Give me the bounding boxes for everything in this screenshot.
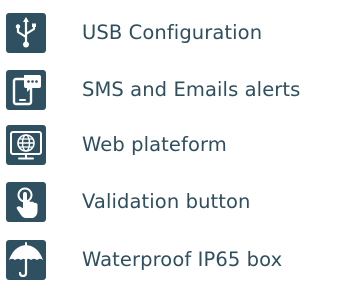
feature-item-usb-configuration: USB Configuration bbox=[0, 13, 345, 63]
feature-list: USB Configuration SMS and Emails alerts bbox=[0, 0, 345, 286]
feature-label: Validation button bbox=[82, 190, 251, 213]
feature-label: SMS and Emails alerts bbox=[82, 78, 301, 101]
feature-item-waterproof-box: Waterproof IP65 box bbox=[0, 240, 345, 290]
feature-item-web-platform: Web plateform bbox=[0, 125, 345, 175]
phone-message-icon bbox=[6, 70, 46, 110]
touch-button-icon bbox=[6, 182, 46, 222]
feature-label: USB Configuration bbox=[82, 21, 263, 44]
feature-label: Waterproof IP65 box bbox=[82, 248, 283, 271]
web-globe-icon bbox=[6, 125, 46, 165]
umbrella-icon bbox=[6, 240, 46, 280]
feature-label: Web plateform bbox=[82, 133, 227, 156]
usb-icon bbox=[6, 13, 46, 53]
feature-item-sms-email-alerts: SMS and Emails alerts bbox=[0, 70, 345, 120]
feature-item-validation-button: Validation button bbox=[0, 182, 345, 232]
